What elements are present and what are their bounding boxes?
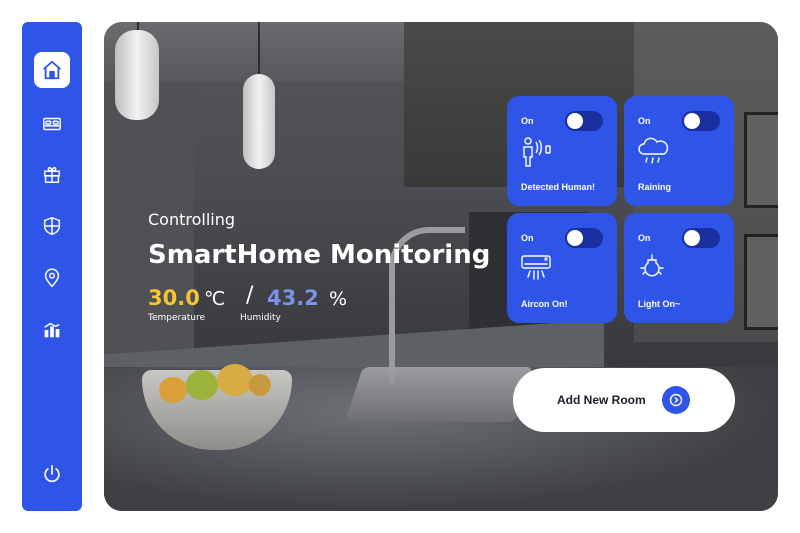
- temperature-value: 30.0: [148, 286, 200, 310]
- nav-home[interactable]: [34, 52, 70, 88]
- rain-cloud-icon: [638, 137, 669, 164]
- card-state: On: [638, 116, 651, 126]
- toggle-knob: [567, 230, 583, 246]
- stat-separator: /: [246, 283, 254, 308]
- home-icon: [43, 60, 61, 80]
- arrow-right-circle-icon: [669, 393, 683, 407]
- device-card-aircon[interactable]: On Aircon On!: [507, 213, 617, 323]
- light-bulb-icon: [640, 254, 664, 277]
- nav-analytics[interactable]: [34, 312, 70, 348]
- nav-gifts[interactable]: [34, 156, 70, 192]
- background-frame: [744, 234, 778, 330]
- nav-location[interactable]: [34, 260, 70, 296]
- sidebar: [22, 22, 82, 511]
- shield-icon: [43, 216, 61, 236]
- hero-subtitle: Controlling: [148, 210, 236, 229]
- device-card-human-sensor[interactable]: On Detected Human!: [507, 96, 617, 206]
- nav-power[interactable]: [34, 456, 70, 492]
- card-toggle[interactable]: [565, 111, 603, 131]
- fruit: [217, 364, 253, 396]
- card-label: Light On~: [638, 299, 681, 309]
- temperature-label: Temperature: [148, 313, 206, 323]
- add-room-icon-button[interactable]: [662, 386, 690, 414]
- fruit: [159, 377, 187, 403]
- humidity-unit: %: [329, 288, 348, 310]
- nav-bedroom[interactable]: [34, 106, 70, 142]
- background-frame: [744, 112, 778, 208]
- add-room-label: Add New Room: [557, 393, 646, 407]
- fruit: [186, 370, 218, 400]
- card-label: Raining: [638, 182, 671, 192]
- nav-security[interactable]: [34, 208, 70, 244]
- device-card-rain[interactable]: On Raining: [624, 96, 734, 206]
- pendant-lamp: [115, 30, 159, 120]
- gift-icon: [43, 166, 61, 183]
- background-wall: [104, 82, 194, 382]
- add-new-room-button[interactable]: Add New Room: [513, 368, 735, 432]
- card-label: Detected Human!: [521, 182, 596, 192]
- pendant-lamp: [243, 74, 275, 169]
- toggle-knob: [684, 113, 700, 129]
- fruit: [249, 374, 271, 396]
- person-sensor-icon: [523, 137, 551, 167]
- card-toggle[interactable]: [682, 111, 720, 131]
- analytics-icon: [44, 322, 60, 338]
- page-title: SmartHome Monitoring: [148, 240, 491, 270]
- toggle-knob: [684, 230, 700, 246]
- card-state: On: [521, 116, 534, 126]
- lamp-cord: [258, 22, 260, 77]
- toggle-knob: [567, 113, 583, 129]
- card-label: Aircon On!: [521, 299, 568, 309]
- temperature-unit: ℃: [204, 288, 226, 310]
- humidity-label: Humidity: [240, 313, 281, 323]
- power-icon: [44, 464, 60, 483]
- air-conditioner-icon: [521, 255, 551, 280]
- bed-icon: [43, 117, 61, 131]
- humidity-value: 43.2: [267, 286, 319, 310]
- card-state: On: [638, 233, 651, 243]
- device-card-light[interactable]: On Light On~: [624, 213, 734, 323]
- card-toggle[interactable]: [682, 228, 720, 248]
- location-pin-icon: [44, 268, 60, 288]
- card-toggle[interactable]: [565, 228, 603, 248]
- card-state: On: [521, 233, 534, 243]
